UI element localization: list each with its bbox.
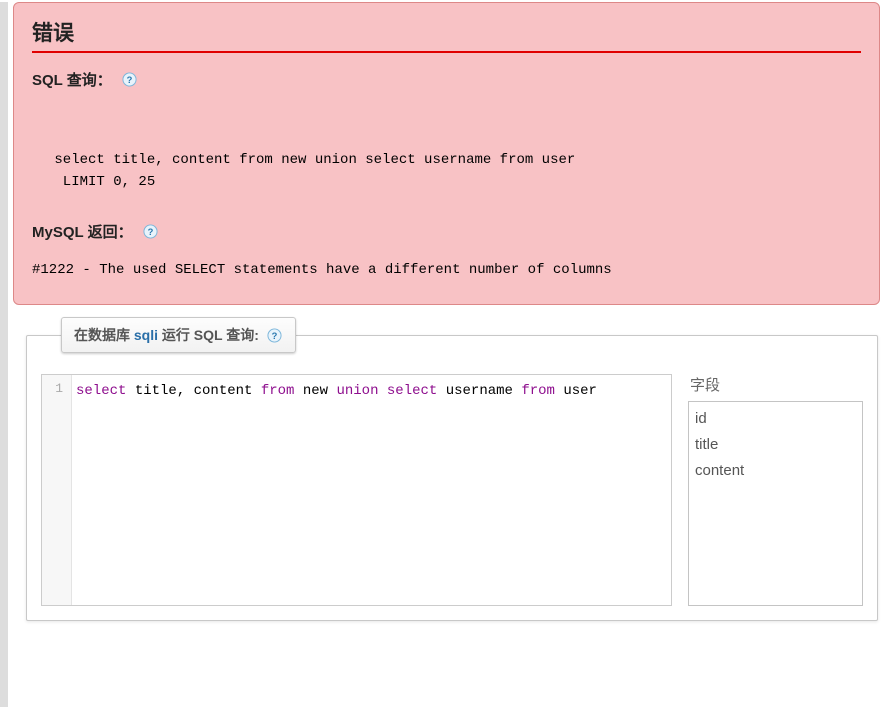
code-body[interactable]: select title, content from new union sel… bbox=[72, 375, 671, 605]
list-item[interactable]: title bbox=[695, 432, 856, 458]
help-icon[interactable]: ? bbox=[143, 224, 159, 240]
sql-editor[interactable]: 1 select title, content from new union s… bbox=[41, 374, 672, 606]
help-icon-svg: ? bbox=[143, 224, 158, 239]
editor-box: 1 select title, content from new union s… bbox=[26, 335, 878, 621]
legend-dbname[interactable]: sqli bbox=[134, 327, 158, 343]
sql-token: username bbox=[437, 383, 521, 399]
sql-keyword: from bbox=[261, 383, 295, 399]
mysql-error-message: #1222 - The used SELECT statements have … bbox=[32, 260, 861, 282]
error-title: 错误 bbox=[32, 17, 861, 53]
sql-query-row: SQL 查询： ? bbox=[32, 69, 861, 90]
sql-token: title, content bbox=[126, 383, 260, 399]
error-sql-text: select title, content from new union sel… bbox=[46, 150, 861, 193]
mysql-return-label: MySQL 返回： bbox=[32, 221, 133, 242]
svg-text:?: ? bbox=[148, 227, 154, 237]
sql-keyword: from bbox=[521, 383, 555, 399]
error-panel: 错误 SQL 查询： ? select title, content from … bbox=[13, 2, 880, 305]
fields-label: 字段 bbox=[688, 374, 863, 395]
left-gutter bbox=[0, 2, 8, 707]
list-item[interactable]: id bbox=[695, 406, 856, 432]
sql-token: user bbox=[555, 383, 597, 399]
help-icon-svg: ? bbox=[267, 328, 282, 343]
fields-list[interactable]: idtitlecontent bbox=[688, 401, 863, 606]
sql-token: new bbox=[294, 383, 336, 399]
sql-query-label: SQL 查询： bbox=[32, 69, 112, 90]
svg-text:?: ? bbox=[272, 330, 278, 340]
sql-keyword: select bbox=[76, 383, 126, 399]
editor-legend: 在数据库 sqli 运行 SQL 查询: ? bbox=[61, 317, 296, 353]
sql-keyword: union bbox=[336, 383, 378, 399]
mysql-return-row: MySQL 返回： ? bbox=[32, 221, 861, 242]
line-gutter: 1 bbox=[42, 375, 72, 605]
list-item[interactable]: content bbox=[695, 458, 856, 484]
help-icon[interactable]: ? bbox=[267, 327, 283, 343]
legend-suffix: 运行 SQL 查询: bbox=[158, 327, 259, 343]
svg-text:?: ? bbox=[127, 75, 133, 85]
line-number: 1 bbox=[42, 381, 63, 396]
legend-prefix: 在数据库 bbox=[74, 327, 134, 343]
sql-keyword: select bbox=[387, 383, 437, 399]
help-icon-svg: ? bbox=[122, 72, 137, 87]
sql-token bbox=[378, 383, 386, 399]
help-icon[interactable]: ? bbox=[122, 72, 138, 88]
